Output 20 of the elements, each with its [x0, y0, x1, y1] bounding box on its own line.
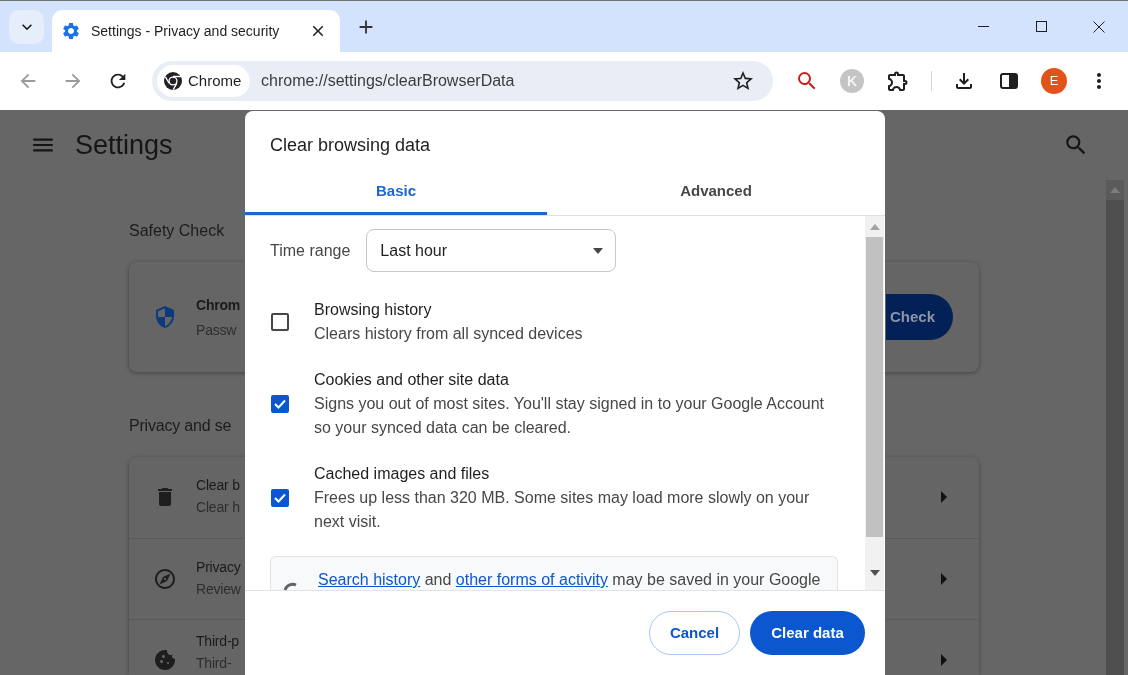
row-subtitle: Third- — [196, 654, 233, 673]
option-title: Cached images and files — [314, 464, 490, 484]
option-description: Frees up less than 320 MB. Some sites may load more slowly on your next visit. — [314, 488, 811, 532]
dialog-title: Clear browsing data — [270, 135, 431, 155]
row-title: Third-p — [196, 632, 239, 651]
notice-text: Search history and other forms of activity may be saved in your Google — [318, 570, 821, 590]
url-text: chrome://settings/clearBrowserData — [261, 71, 515, 91]
option-title: Browsing history — [314, 300, 432, 320]
row-title: Privacy — [196, 558, 241, 577]
section-heading: Safety Check — [129, 221, 225, 241]
page-title: Settings — [75, 128, 173, 162]
row-title: Clear b — [196, 476, 240, 495]
option-description: Clears history from all synced devices — [314, 324, 584, 344]
card-title: Chrom — [196, 296, 241, 315]
section-heading: Privacy and se — [129, 416, 232, 436]
option-description: Signs you out of most sites. You'll stay signed in to your Google Account so your synced data can be cleared. — [314, 394, 826, 438]
row-subtitle: Review — [196, 580, 241, 599]
card-subtitle: Passw — [196, 321, 238, 340]
option-title: Cookies and other site data — [314, 370, 509, 390]
time-range-label: Time range — [270, 240, 351, 261]
